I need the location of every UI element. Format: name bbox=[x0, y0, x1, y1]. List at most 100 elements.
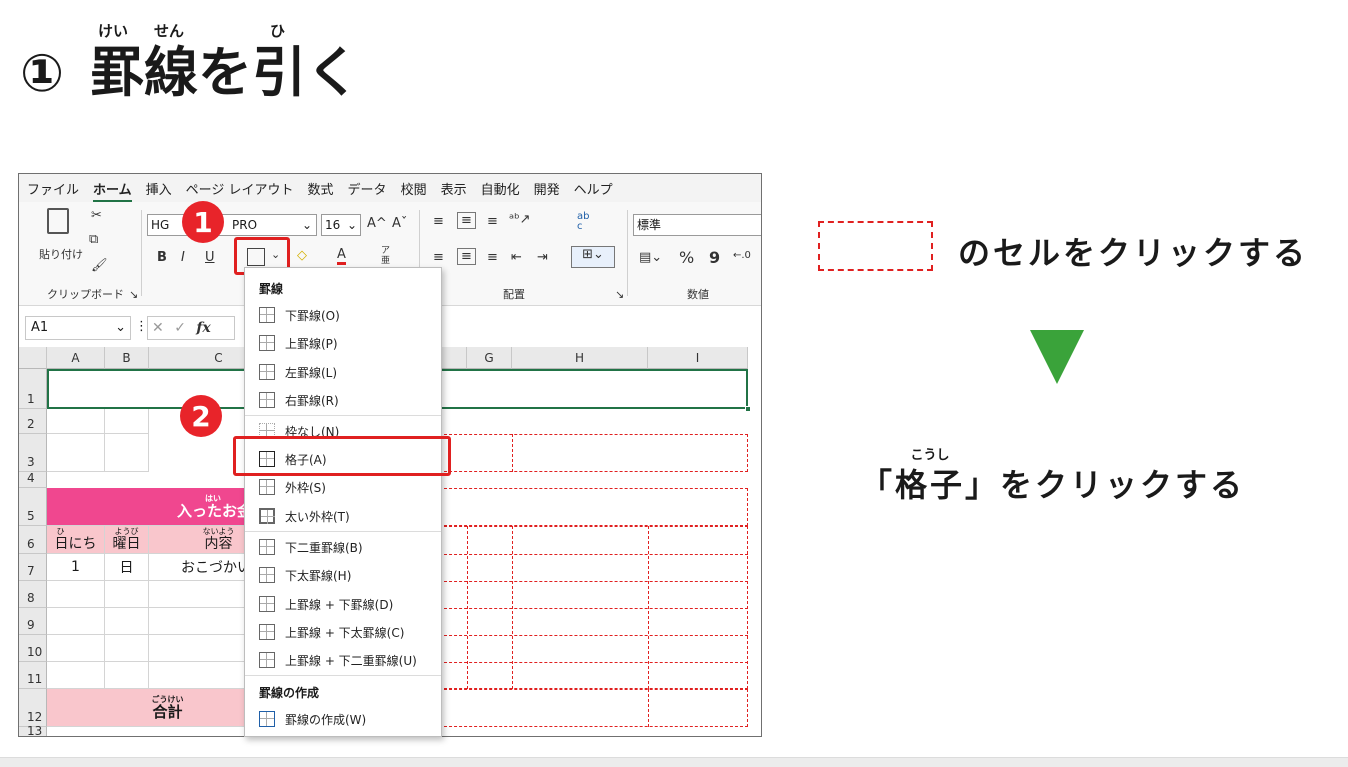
menu-item-bottom-border[interactable]: 下罫線(O) bbox=[245, 302, 441, 328]
cell[interactable] bbox=[105, 581, 149, 608]
menu-item-left-border[interactable]: 左罫線(L) bbox=[245, 359, 441, 385]
row-header[interactable]: 4 bbox=[19, 471, 47, 488]
column-header-g[interactable]: G bbox=[467, 347, 512, 369]
menu-formulas[interactable]: 数式 bbox=[308, 179, 334, 198]
menu-item-draw-border[interactable]: 罫線の作成(W) bbox=[245, 706, 441, 732]
menu-item-top-border[interactable]: 上罫線(P) bbox=[245, 330, 441, 356]
cell[interactable] bbox=[105, 409, 149, 434]
menu-help[interactable]: ヘルプ bbox=[574, 179, 613, 198]
column-header-b[interactable]: B bbox=[105, 347, 149, 369]
menu-item-thick-outside-borders[interactable]: 太い外枠(T) bbox=[245, 503, 441, 529]
percent-button[interactable]: % bbox=[679, 248, 694, 267]
cell[interactable] bbox=[105, 434, 149, 472]
comma-button[interactable]: 9 bbox=[709, 248, 720, 267]
column-header-i[interactable]: I bbox=[648, 347, 748, 369]
row-header[interactable]: 11 bbox=[19, 662, 47, 689]
menu-developer[interactable]: 開発 bbox=[534, 179, 560, 198]
copy-icon[interactable]: ⧉ bbox=[89, 232, 98, 247]
cell[interactable] bbox=[47, 662, 105, 689]
paste-icon[interactable] bbox=[47, 208, 69, 234]
row-header[interactable]: 10 bbox=[19, 635, 47, 662]
menu-insert[interactable]: 挿入 bbox=[146, 179, 172, 198]
cell[interactable] bbox=[47, 434, 105, 472]
cell[interactable] bbox=[47, 581, 105, 608]
cell-day[interactable]: 1 bbox=[47, 554, 105, 581]
menu-item-top-thick-bottom-border[interactable]: 上罫線 + 下太罫線(C) bbox=[245, 619, 441, 645]
menu-item-thick-bottom-border[interactable]: 下太罫線(H) bbox=[245, 562, 441, 588]
column-header-a[interactable]: A bbox=[47, 347, 105, 369]
orientation-icon[interactable]: ᵃᵇ↗ bbox=[509, 212, 531, 227]
paste-button[interactable]: 貼り付け bbox=[39, 246, 83, 262]
font-size-box[interactable]: 16 ⌄ bbox=[321, 214, 361, 236]
insert-function-button[interactable]: fx bbox=[196, 320, 210, 336]
cell[interactable] bbox=[47, 635, 105, 662]
row-header[interactable]: 6 bbox=[19, 526, 47, 554]
menu-file[interactable]: ファイル bbox=[27, 179, 79, 198]
row-header[interactable]: 13 bbox=[19, 724, 47, 736]
row-header[interactable]: 3 bbox=[19, 434, 47, 472]
cut-icon[interactable]: ✂ bbox=[91, 208, 102, 223]
column-header-h[interactable]: H bbox=[512, 347, 648, 369]
row-header[interactable]: 12 bbox=[19, 689, 47, 727]
chevron-down-icon[interactable]: ⌄ bbox=[115, 317, 126, 339]
row-header[interactable]: 8 bbox=[19, 581, 47, 608]
menu-data[interactable]: データ bbox=[348, 179, 387, 198]
cell[interactable] bbox=[47, 409, 105, 434]
enter-icon[interactable]: ✓ bbox=[174, 320, 186, 336]
fill-color-icon[interactable]: ◇ bbox=[297, 248, 307, 263]
align-middle-icon[interactable]: ≡ bbox=[457, 212, 476, 229]
grow-font-button[interactable]: A^ bbox=[367, 216, 387, 231]
bold-button[interactable]: B bbox=[157, 250, 167, 265]
row-header[interactable]: 1 bbox=[19, 369, 47, 409]
align-left-icon[interactable]: ≡ bbox=[433, 250, 444, 265]
phonetic-button[interactable]: ア亜 bbox=[381, 246, 393, 266]
cancel-icon[interactable]: ✕ bbox=[152, 320, 164, 336]
underline-button[interactable]: U bbox=[205, 250, 215, 265]
name-box[interactable]: A1 ⌄ bbox=[25, 316, 131, 340]
align-center-icon[interactable]: ≡ bbox=[457, 248, 476, 265]
bottom-bar bbox=[0, 757, 1348, 767]
align-bottom-icon[interactable]: ≡ bbox=[487, 214, 498, 229]
formula-buttons: ✕ ✓ fx bbox=[147, 316, 235, 340]
fill-handle[interactable] bbox=[745, 406, 751, 412]
menu-page-layout[interactable]: ページ レイアウト bbox=[186, 179, 294, 198]
row-header[interactable]: 2 bbox=[19, 409, 47, 434]
italic-button[interactable]: I bbox=[181, 250, 185, 265]
cell-weekday[interactable]: 日 bbox=[105, 554, 149, 581]
merge-center-icon[interactable]: ⊞⌄ bbox=[571, 246, 615, 268]
menu-view[interactable]: 表示 bbox=[441, 179, 467, 198]
shrink-font-button[interactable]: Aˇ bbox=[392, 216, 407, 231]
format-painter-icon[interactable]: 🖌 bbox=[91, 258, 108, 273]
menu-item-right-border[interactable]: 右罫線(R) bbox=[245, 387, 441, 413]
chevron-down-icon[interactable]: ⌄ bbox=[302, 215, 312, 235]
align-right-icon[interactable]: ≡ bbox=[487, 250, 498, 265]
menu-automate[interactable]: 自動化 bbox=[481, 179, 520, 198]
decimal-increase-icon[interactable]: ←.0 bbox=[733, 250, 751, 261]
wrap-text-button[interactable]: ab c bbox=[577, 212, 593, 232]
cell[interactable] bbox=[47, 608, 105, 635]
chevron-down-icon[interactable]: ⌄ bbox=[347, 215, 357, 235]
number-format-box[interactable]: 標準 bbox=[633, 214, 761, 236]
font-color-button[interactable]: A bbox=[337, 248, 346, 265]
cell[interactable] bbox=[105, 635, 149, 662]
font-name-box[interactable]: HG PRO ⌄ bbox=[147, 214, 317, 236]
align-top-icon[interactable]: ≡ bbox=[433, 214, 444, 229]
clipboard-launcher-icon[interactable]: ↘ bbox=[129, 288, 138, 301]
menu-home[interactable]: ホーム bbox=[93, 179, 132, 203]
row-header[interactable]: 9 bbox=[19, 608, 47, 635]
menu-item-top-double-bottom-border[interactable]: 上罫線 + 下二重罫線(U) bbox=[245, 647, 441, 673]
row-header[interactable]: 5 bbox=[19, 488, 47, 526]
menu-item-double-bottom-border[interactable]: 下二重罫線(B) bbox=[245, 534, 441, 560]
menu-item-top-bottom-border[interactable]: 上罫線 + 下罫線(D) bbox=[245, 591, 441, 617]
menu-item-outside-borders[interactable]: 外枠(S) bbox=[245, 474, 441, 500]
row-header[interactable]: 7 bbox=[19, 554, 47, 581]
alignment-launcher-icon[interactable]: ↘ bbox=[615, 288, 624, 301]
decrease-indent-icon[interactable]: ⇤ bbox=[511, 250, 522, 265]
currency-icon[interactable]: ▤⌄ bbox=[639, 250, 662, 265]
increase-indent-icon[interactable]: ⇥ bbox=[537, 250, 548, 265]
cell[interactable] bbox=[105, 608, 149, 635]
menu-review[interactable]: 校閲 bbox=[401, 179, 427, 198]
select-all-corner[interactable] bbox=[19, 347, 47, 369]
cell[interactable] bbox=[105, 662, 149, 689]
step-badge-2: 2 bbox=[180, 395, 222, 437]
